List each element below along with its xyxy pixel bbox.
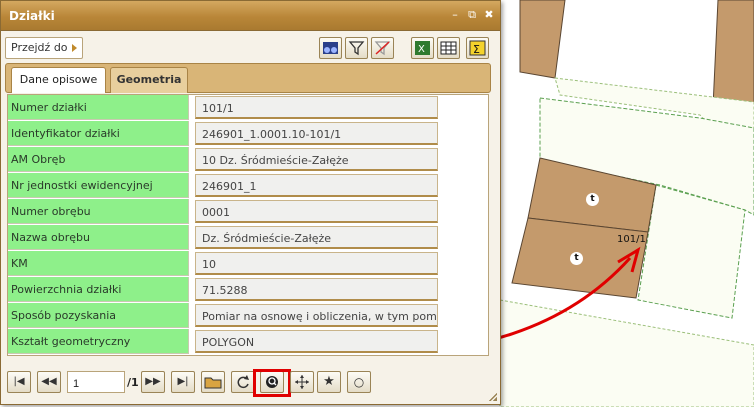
circle-button[interactable]: ○ (347, 371, 371, 393)
excel-icon: X (415, 41, 430, 55)
field-label: Sposób pozyskania (8, 303, 189, 328)
parcel-number-label: 101/1 (617, 234, 646, 245)
field-value[interactable]: 71.5288 (195, 278, 438, 301)
attributes-grid: Numer działki 101/1 Identyfikator działk… (7, 94, 489, 356)
clear-filter-icon (374, 41, 391, 56)
window-titlebar[interactable]: Działki – ⧉ ✖ (1, 1, 500, 31)
field-value[interactable]: 0001 (195, 200, 438, 223)
field-value[interactable]: 246901_1 (195, 174, 438, 197)
table-row: Identyfikator działki 246901_1.0001.10-1… (8, 121, 488, 147)
field-label: KM (8, 251, 189, 276)
table-row: Numer obrębu 0001 (8, 199, 488, 225)
parcel-symbol: t (570, 252, 583, 265)
tab-strip: Dane opisowe Geometria (5, 63, 491, 93)
refresh-icon (237, 375, 249, 389)
binoculars-icon (323, 42, 338, 54)
pan-button[interactable] (290, 371, 314, 393)
field-value[interactable]: 246901_1.0001.10-101/1 (195, 122, 438, 145)
table-row: Sposób pozyskania Pomiar na osnowę i obl… (8, 303, 488, 329)
field-label: AM Obręb (8, 147, 189, 172)
svg-text:X: X (418, 44, 425, 55)
prev-page-button[interactable]: ◀◀ (37, 371, 61, 393)
pager-toolbar: |◀ ◀◀ /1 ▶▶ ▶| ★ ○ (3, 369, 498, 397)
highlight-box (253, 369, 291, 397)
folder-icon (204, 377, 222, 389)
toolbar: Przejdź do X Σ (3, 35, 498, 61)
field-value[interactable]: 10 Dz. Śródmieście-Załęże (195, 148, 438, 171)
table-button[interactable] (437, 37, 460, 59)
field-value[interactable]: 10 (195, 252, 438, 275)
field-label: Numer obrębu (8, 199, 189, 224)
map-parcel-outline (499, 299, 754, 407)
field-value[interactable]: Dz. Śródmieście-Załęże (195, 226, 438, 249)
binoculars-button[interactable] (319, 37, 342, 59)
table-icon (440, 41, 457, 55)
field-value[interactable]: Pomiar na osnowę i obliczenia, w tym pom… (195, 304, 438, 327)
resize-grip[interactable] (489, 393, 497, 401)
page-number-input[interactable] (67, 371, 125, 393)
move-icon (295, 375, 309, 389)
first-page-button[interactable]: |◀ (7, 371, 31, 393)
sum-icon: Σ (469, 40, 486, 56)
next-page-button[interactable]: ▶▶ (141, 371, 165, 393)
filter-button[interactable] (345, 37, 368, 59)
page-total: /1 (127, 376, 139, 389)
tab-dane-opisowe[interactable]: Dane opisowe (11, 67, 106, 93)
field-value[interactable]: 101/1 (195, 96, 438, 119)
goto-label: Przejdź do (11, 41, 68, 54)
window-title: Działki (9, 9, 55, 23)
refresh-button[interactable] (231, 371, 255, 393)
chevron-right-icon (72, 44, 77, 52)
field-label: Nr jednostki ewidencyjnej (8, 173, 189, 198)
field-label: Identyfikator działki (8, 121, 189, 146)
field-label: Nazwa obrębu (8, 225, 189, 250)
table-row: Kształt geometryczny POLYGON (8, 329, 488, 355)
field-label: Kształt geometryczny (8, 329, 189, 354)
table-row: KM 10 (8, 251, 488, 277)
favorite-button[interactable]: ★ (317, 371, 341, 393)
clear-filter-button[interactable] (371, 37, 394, 59)
field-value[interactable]: POLYGON (195, 330, 438, 353)
popout-icon[interactable]: ⧉ (465, 8, 479, 22)
map-parcel (519, 0, 566, 79)
close-icon[interactable]: ✖ (482, 8, 496, 22)
table-row: Powierzchnia działki 71.5288 (8, 277, 488, 303)
sum-button[interactable]: Σ (466, 37, 489, 59)
table-row: Nazwa obrębu Dz. Śródmieście-Załęże (8, 225, 488, 251)
field-label: Numer działki (8, 95, 189, 120)
table-row: AM Obręb 10 Dz. Śródmieście-Załęże (8, 147, 488, 173)
table-row: Numer działki 101/1 (8, 95, 488, 121)
field-label: Powierzchnia działki (8, 277, 189, 302)
table-row: Nr jednostki ewidencyjnej 246901_1 (8, 173, 488, 199)
last-page-button[interactable]: ▶| (171, 371, 195, 393)
parcel-symbol: t (586, 193, 599, 206)
open-folder-button[interactable] (201, 371, 225, 393)
filter-icon (348, 41, 365, 56)
tab-geometria[interactable]: Geometria (110, 67, 188, 93)
svg-text:Σ: Σ (473, 43, 480, 56)
excel-export-button[interactable]: X (411, 37, 434, 59)
minimize-icon[interactable]: – (448, 8, 462, 22)
goto-dropdown[interactable]: Przejdź do (5, 37, 83, 59)
parcels-panel: Działki – ⧉ ✖ Przejdź do X Σ Dane opisow… (0, 0, 501, 405)
